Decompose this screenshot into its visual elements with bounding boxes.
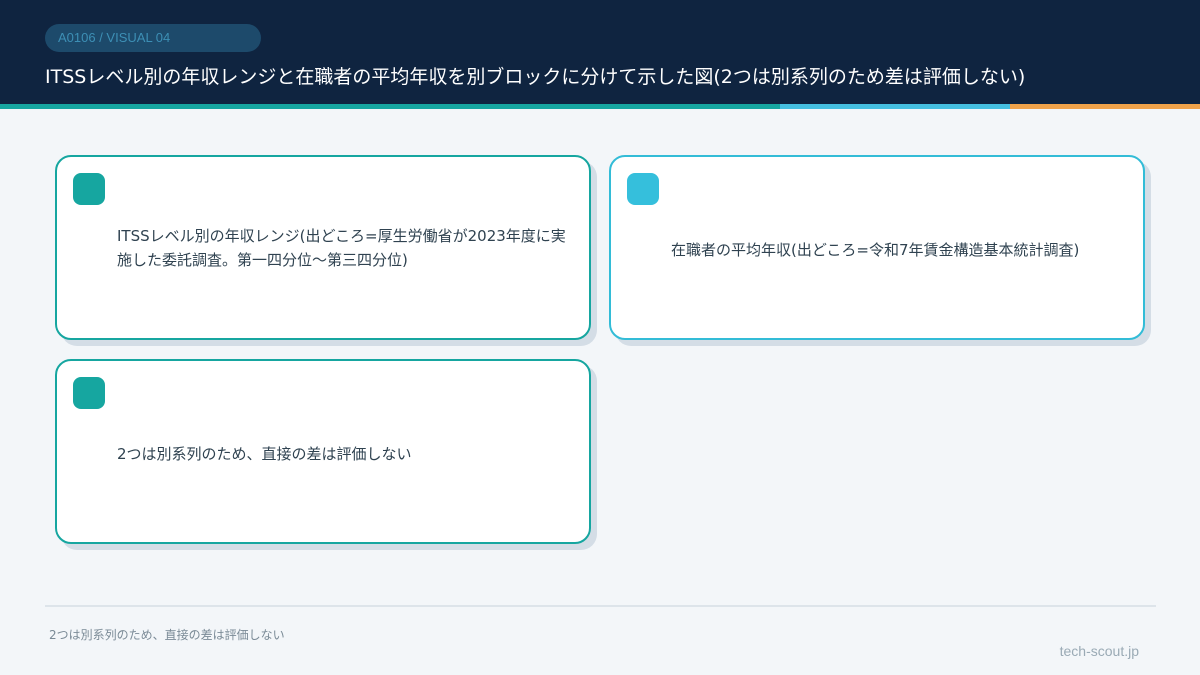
card-badge-icon <box>627 173 659 205</box>
header-bar: A0106 / VISUAL 04 ITSSレベル別の年収レンジと在職者の平均年… <box>0 0 1200 104</box>
visual-id-tag: A0106 / VISUAL 04 <box>45 24 261 52</box>
card-text: 在職者の平均年収(出どころ=令和7年賃金構造基本統計調査) <box>671 241 1080 259</box>
card-text: ITSSレベル別の年収レンジ(出どころ=厚生労働省が2023年度に実施した委託調… <box>117 227 566 269</box>
card-text: 2つは別系列のため、直接の差は評価しない <box>117 445 412 463</box>
accent-stripe-sky <box>780 104 1010 109</box>
footer-note: 2つは別系列のため、直接の差は評価しない <box>49 628 285 642</box>
card-itss-salary-range: ITSSレベル別の年収レンジ(出どころ=厚生労働省が2023年度に実施した委託調… <box>55 155 591 340</box>
page-title: ITSSレベル別の年収レンジと在職者の平均年収を別ブロックに分けて示した図(2つ… <box>45 66 1026 88</box>
accent-stripe-orange <box>1010 104 1200 109</box>
accent-stripe-teal <box>0 104 780 109</box>
footer-divider <box>45 605 1156 607</box>
card-average-salary: 在職者の平均年収(出どころ=令和7年賃金構造基本統計調査) <box>609 155 1145 340</box>
card-series-note: 2つは別系列のため、直接の差は評価しない <box>55 359 591 544</box>
card-badge-icon <box>73 173 105 205</box>
accent-stripe <box>0 104 1200 109</box>
card-badge-icon <box>73 377 105 409</box>
site-credit: tech-scout.jp <box>1059 643 1139 659</box>
